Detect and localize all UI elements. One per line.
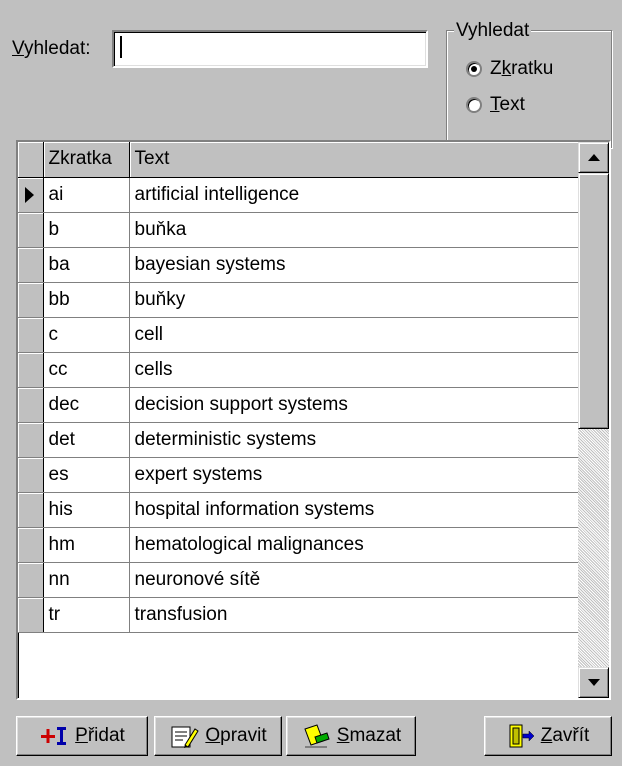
cell-zkratka[interactable]: ba <box>43 247 130 283</box>
cell-text[interactable]: neuronové sítě <box>129 562 579 598</box>
cell-zkratka[interactable]: bb <box>43 282 130 318</box>
cell-zkratka[interactable]: cc <box>43 352 130 388</box>
column-header-zkratka[interactable]: Zkratka <box>43 142 130 178</box>
cell-text[interactable]: hospital information systems <box>129 492 579 528</box>
radio-zkratku-label: Zkratku <box>490 58 554 79</box>
vertical-scrollbar[interactable] <box>578 142 609 698</box>
edit-icon <box>171 726 200 748</box>
cell-text[interactable]: cell <box>129 317 579 353</box>
close-button[interactable]: Zavřít <box>484 716 612 756</box>
radio-empty-icon <box>466 97 482 113</box>
row-indicator[interactable] <box>18 562 44 598</box>
row-indicator[interactable] <box>18 247 44 283</box>
cell-zkratka[interactable]: b <box>43 212 130 248</box>
cell-text[interactable]: buňka <box>129 212 579 248</box>
table-row[interactable]: es expert systems <box>18 457 579 493</box>
cell-zkratka[interactable]: his <box>43 492 130 528</box>
row-indicator[interactable] <box>18 352 44 388</box>
add-button[interactable]: Přidat <box>16 716 148 756</box>
abbreviation-grid[interactable]: Zkratka Text ai artificial intelligence b b… <box>16 140 611 700</box>
add-button-label: Přidat <box>75 725 125 746</box>
radio-zkratku[interactable]: Zkratku <box>466 58 553 80</box>
row-indicator[interactable] <box>18 492 44 528</box>
search-mode-title: Vyhledat <box>454 20 532 42</box>
cell-zkratka[interactable]: hm <box>43 527 130 563</box>
table-row[interactable]: his hospital information systems <box>18 492 579 528</box>
exit-door-icon <box>509 724 535 748</box>
table-row[interactable]: hm hematological malignances <box>18 527 579 563</box>
edit-button[interactable]: Opravit <box>154 716 282 756</box>
arrow-up-icon <box>587 154 600 161</box>
table-row[interactable]: b buňka <box>18 212 579 248</box>
row-indicator[interactable] <box>18 212 44 248</box>
abbreviation-table: Zkratka Text ai artificial intelligence b b… <box>18 142 579 633</box>
scrollbar-thumb[interactable] <box>578 173 609 429</box>
radio-text[interactable]: Text <box>466 94 525 116</box>
table-row[interactable]: bb buňky <box>18 282 579 318</box>
scroll-down-button[interactable] <box>578 667 609 698</box>
row-indicator[interactable] <box>18 527 44 563</box>
row-indicator-header <box>18 142 44 178</box>
cell-text[interactable]: hematological malignances <box>129 527 579 563</box>
table-row[interactable]: ba bayesian systems <box>18 247 579 283</box>
close-button-label: Zavřít <box>540 725 590 746</box>
radio-selected-icon <box>466 61 482 77</box>
column-header-text[interactable]: Text <box>129 142 579 178</box>
cell-text[interactable]: cells <box>129 352 579 388</box>
cell-zkratka[interactable]: det <box>43 422 130 458</box>
table-row[interactable]: c cell <box>18 317 579 353</box>
cell-text[interactable]: decision support systems <box>129 387 579 423</box>
cell-text[interactable]: bayesian systems <box>129 247 579 283</box>
cell-zkratka[interactable]: tr <box>43 597 130 633</box>
cell-zkratka[interactable]: es <box>43 457 130 493</box>
table-row[interactable]: dec decision support systems <box>18 387 579 423</box>
cell-text[interactable]: artificial intelligence <box>129 177 579 213</box>
row-indicator[interactable] <box>18 317 44 353</box>
cell-text[interactable]: transfusion <box>129 597 579 633</box>
search-mode-group <box>446 30 612 148</box>
cell-text[interactable]: deterministic systems <box>129 422 579 458</box>
cell-zkratka[interactable]: dec <box>43 387 130 423</box>
table-row[interactable]: det deterministic systems <box>18 422 579 458</box>
cell-zkratka[interactable]: ai <box>43 177 130 213</box>
table-header-row: Zkratka Text <box>18 142 579 178</box>
add-icon <box>41 727 67 745</box>
scroll-up-button[interactable] <box>578 142 609 173</box>
row-indicator[interactable] <box>18 597 44 633</box>
text-cursor <box>120 36 122 58</box>
cell-zkratka[interactable]: c <box>43 317 130 353</box>
row-indicator[interactable] <box>18 177 44 213</box>
search-label: Vyhledat: <box>12 38 91 59</box>
delete-icon <box>304 724 330 748</box>
search-input[interactable] <box>112 30 428 68</box>
delete-button-label: Smazat <box>336 725 402 746</box>
delete-button[interactable]: Smazat <box>286 716 416 756</box>
row-indicator[interactable] <box>18 457 44 493</box>
table-row[interactable]: tr transfusion <box>18 597 579 633</box>
cell-text[interactable]: buňky <box>129 282 579 318</box>
table-row[interactable]: ai artificial intelligence <box>18 177 579 213</box>
edit-button-label: Opravit <box>205 725 267 746</box>
cell-text[interactable]: expert systems <box>129 457 579 493</box>
cell-zkratka[interactable]: nn <box>43 562 130 598</box>
radio-text-label: Text <box>490 94 525 115</box>
row-indicator[interactable] <box>18 387 44 423</box>
arrow-down-icon <box>587 679 600 686</box>
current-row-arrow-icon <box>25 186 34 203</box>
row-indicator[interactable] <box>18 422 44 458</box>
row-indicator[interactable] <box>18 282 44 318</box>
table-row[interactable]: nn neuronové sítě <box>18 562 579 598</box>
table-row[interactable]: cc cells <box>18 352 579 388</box>
